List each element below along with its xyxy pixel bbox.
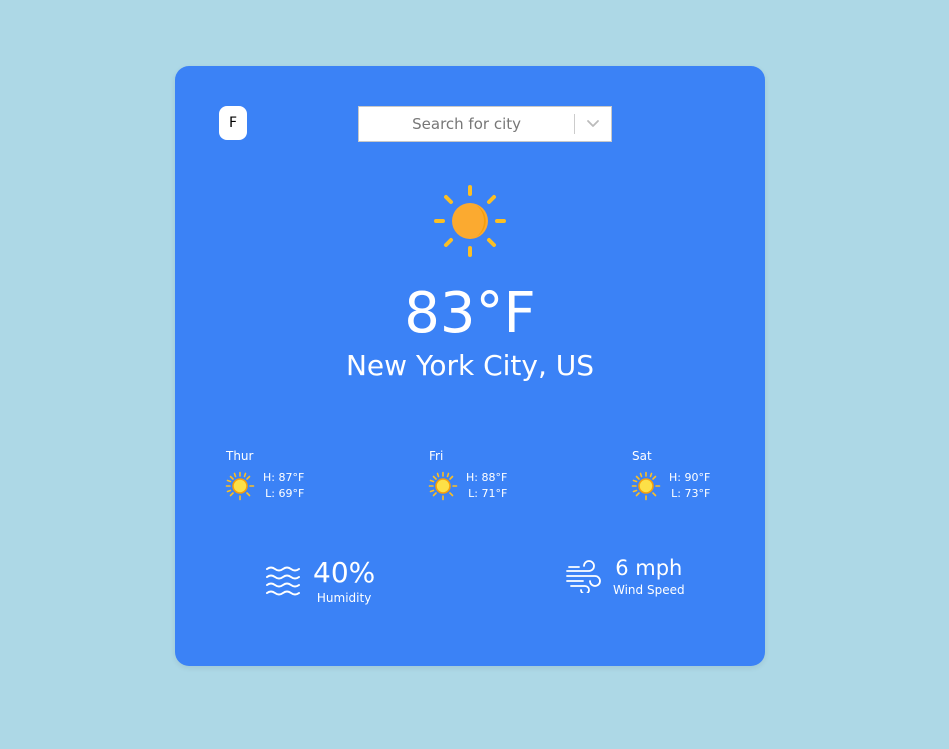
- sun-icon: [225, 471, 255, 501]
- forecast-day-name: Thur: [226, 449, 254, 463]
- unit-toggle-label: F: [228, 115, 238, 131]
- humidity-label: Humidity: [316, 591, 372, 605]
- forecast-high: H: 88°F: [466, 471, 508, 484]
- forecast-low: L: 73°F: [671, 487, 711, 500]
- dropdown-toggle[interactable]: [575, 107, 611, 141]
- wind-label: Wind Speed: [613, 583, 685, 597]
- forecast-high: H: 90°F: [669, 471, 711, 484]
- weather-card: F 83°F New York City, US Thur: [175, 66, 765, 666]
- forecast-day: Thur H: 87°F L: 69°F: [225, 448, 325, 502]
- forecast-day: Fri H: 88°F L: 71°F: [428, 448, 528, 502]
- humidity-waves-icon: [266, 566, 300, 596]
- sun-icon: [428, 471, 458, 501]
- forecast-low: L: 69°F: [265, 487, 305, 500]
- forecast-high-low: H: 90°F L: 73°F: [669, 470, 710, 502]
- humidity-value: 40%: [313, 556, 376, 589]
- sun-icon: [631, 471, 661, 501]
- city-search-select[interactable]: [358, 106, 612, 142]
- wind-metric: 6 mph Wind Speed: [565, 554, 685, 598]
- chevron-down-icon: [587, 120, 599, 127]
- unit-toggle-button[interactable]: F: [219, 106, 247, 140]
- sun-icon: [434, 185, 506, 257]
- forecast-high-low: H: 88°F L: 71°F: [466, 470, 507, 502]
- current-temperature: 83°F: [404, 281, 536, 346]
- wind-icon: [566, 560, 601, 593]
- humidity-metric: 40% Humidity: [265, 556, 375, 606]
- city-search-input[interactable]: [359, 107, 575, 141]
- forecast-low: L: 71°F: [468, 487, 508, 500]
- wind-value: 6 mph: [615, 556, 683, 580]
- forecast-day: Sat H: 90°F L: 73°F: [631, 448, 731, 502]
- forecast-high: H: 87°F: [263, 471, 305, 484]
- forecast-day-name: Fri: [429, 449, 444, 463]
- current-location: New York City, US: [345, 349, 595, 382]
- forecast-high-low: H: 87°F L: 69°F: [263, 470, 304, 502]
- forecast-day-name: Sat: [632, 449, 652, 463]
